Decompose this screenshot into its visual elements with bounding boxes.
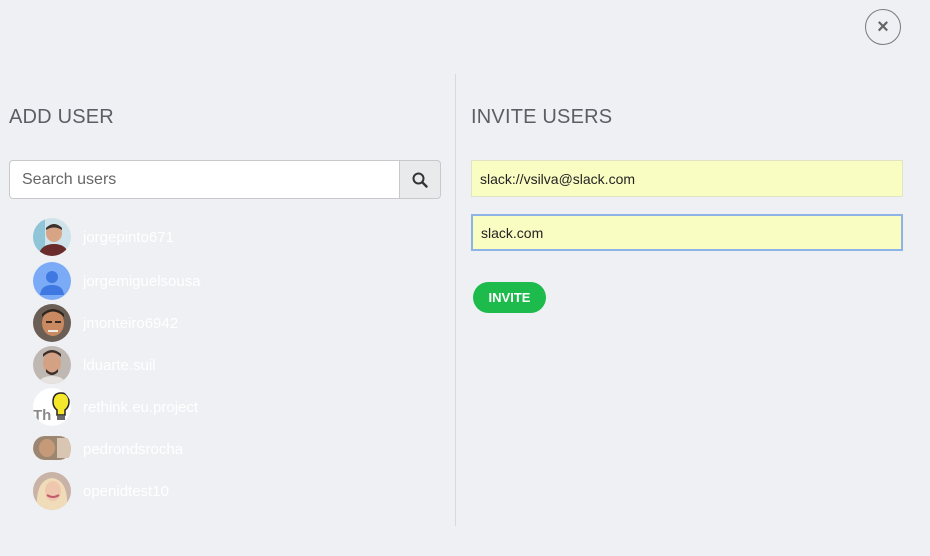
invite-button[interactable]: INVITE xyxy=(473,282,546,313)
add-user-dialog: × ADD USER jorgepinto671 xyxy=(0,0,930,556)
user-name: jorgemiguelsousa xyxy=(83,272,201,290)
svg-text:Th: Th xyxy=(33,407,51,424)
close-button[interactable]: × xyxy=(865,9,901,45)
user-item[interactable]: jorgepinto671 xyxy=(33,218,174,256)
user-name: jorgepinto671 xyxy=(83,228,174,246)
user-avatar xyxy=(33,346,71,384)
user-search xyxy=(9,160,441,199)
user-name: jmonteiro6942 xyxy=(83,314,179,332)
lightbulb-logo-icon: Th xyxy=(33,388,71,426)
close-icon: × xyxy=(877,16,889,38)
user-item[interactable]: lduarte.suil xyxy=(33,346,156,384)
user-item[interactable]: jorgemiguelsousa xyxy=(33,262,201,300)
panel-divider xyxy=(455,74,456,526)
invite-address-field[interactable] xyxy=(471,214,903,251)
invite-users-title: INVITE USERS xyxy=(471,106,613,128)
invite-address-field[interactable] xyxy=(471,160,903,197)
add-user-title: ADD USER xyxy=(9,106,114,128)
user-item[interactable]: jmonteiro6942 xyxy=(33,304,178,342)
user-avatar xyxy=(33,472,71,510)
user-avatar xyxy=(33,218,71,256)
user-name: pedrondsrocha xyxy=(83,440,184,458)
user-name: openidtest10 xyxy=(83,482,169,500)
user-avatar xyxy=(33,304,71,342)
user-name: rethink.eu.project xyxy=(83,398,199,416)
search-users-input[interactable] xyxy=(9,160,399,199)
user-item[interactable]: Th rethink.eu.project xyxy=(33,388,198,426)
default-avatar-icon xyxy=(33,262,71,300)
search-button[interactable] xyxy=(399,160,441,199)
user-avatar xyxy=(33,430,71,468)
user-name: lduarte.suil xyxy=(83,356,156,374)
search-icon xyxy=(412,172,428,188)
user-item[interactable]: pedrondsrocha xyxy=(33,430,183,468)
user-item[interactable]: openidtest10 xyxy=(33,472,169,510)
